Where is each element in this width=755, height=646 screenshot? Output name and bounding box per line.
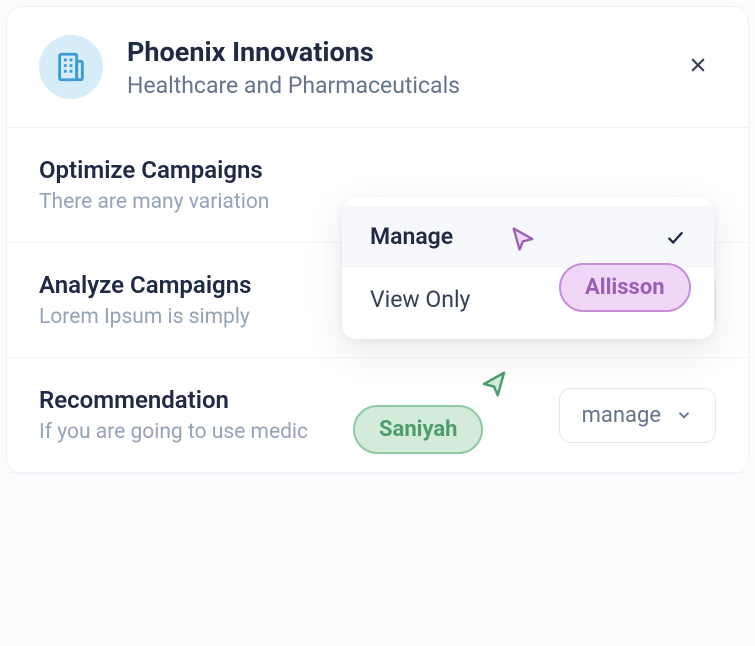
- row-desc: Lorem Ipsum is simply: [39, 305, 251, 329]
- org-icon: [39, 35, 103, 99]
- cursor-icon: [509, 225, 537, 253]
- row-title: Recommendation: [39, 386, 308, 414]
- row-desc: If you are going to use medic: [39, 420, 308, 444]
- select-value: manage: [582, 403, 661, 428]
- cursor-icon: [479, 369, 509, 399]
- close-button[interactable]: [680, 45, 716, 89]
- org-card: Phoenix Innovations Healthcare and Pharm…: [6, 6, 749, 474]
- close-icon: [688, 55, 708, 75]
- dropdown-label: Manage: [370, 223, 453, 250]
- org-subtitle: Healthcare and Pharmaceuticals: [127, 72, 460, 99]
- row-text: Recommendation If you are going to use m…: [39, 386, 308, 444]
- cursor-allisson: [509, 225, 537, 257]
- permission-select[interactable]: manage: [559, 388, 716, 443]
- user-badge-allisson: Allisson: [559, 263, 691, 312]
- card-header: Phoenix Innovations Healthcare and Pharm…: [7, 7, 748, 128]
- dropdown-label: View Only: [370, 286, 470, 313]
- title-block: Phoenix Innovations Healthcare and Pharm…: [127, 36, 460, 99]
- row-title: Optimize Campaigns: [39, 156, 269, 184]
- cursor-saniyah: [479, 369, 509, 403]
- user-name: Allisson: [585, 275, 665, 300]
- row-text: Analyze Campaigns Lorem Ipsum is simply: [39, 271, 251, 329]
- row-text: Optimize Campaigns There are many variat…: [39, 156, 269, 214]
- building-icon: [54, 50, 88, 84]
- row-desc: There are many variation: [39, 190, 269, 214]
- user-name: Saniyah: [379, 417, 457, 442]
- org-title: Phoenix Innovations: [127, 36, 460, 68]
- check-icon: [664, 226, 686, 248]
- user-badge-saniyah: Saniyah: [353, 405, 483, 454]
- row-title: Analyze Campaigns: [39, 271, 251, 299]
- chevron-down-icon: [675, 406, 693, 424]
